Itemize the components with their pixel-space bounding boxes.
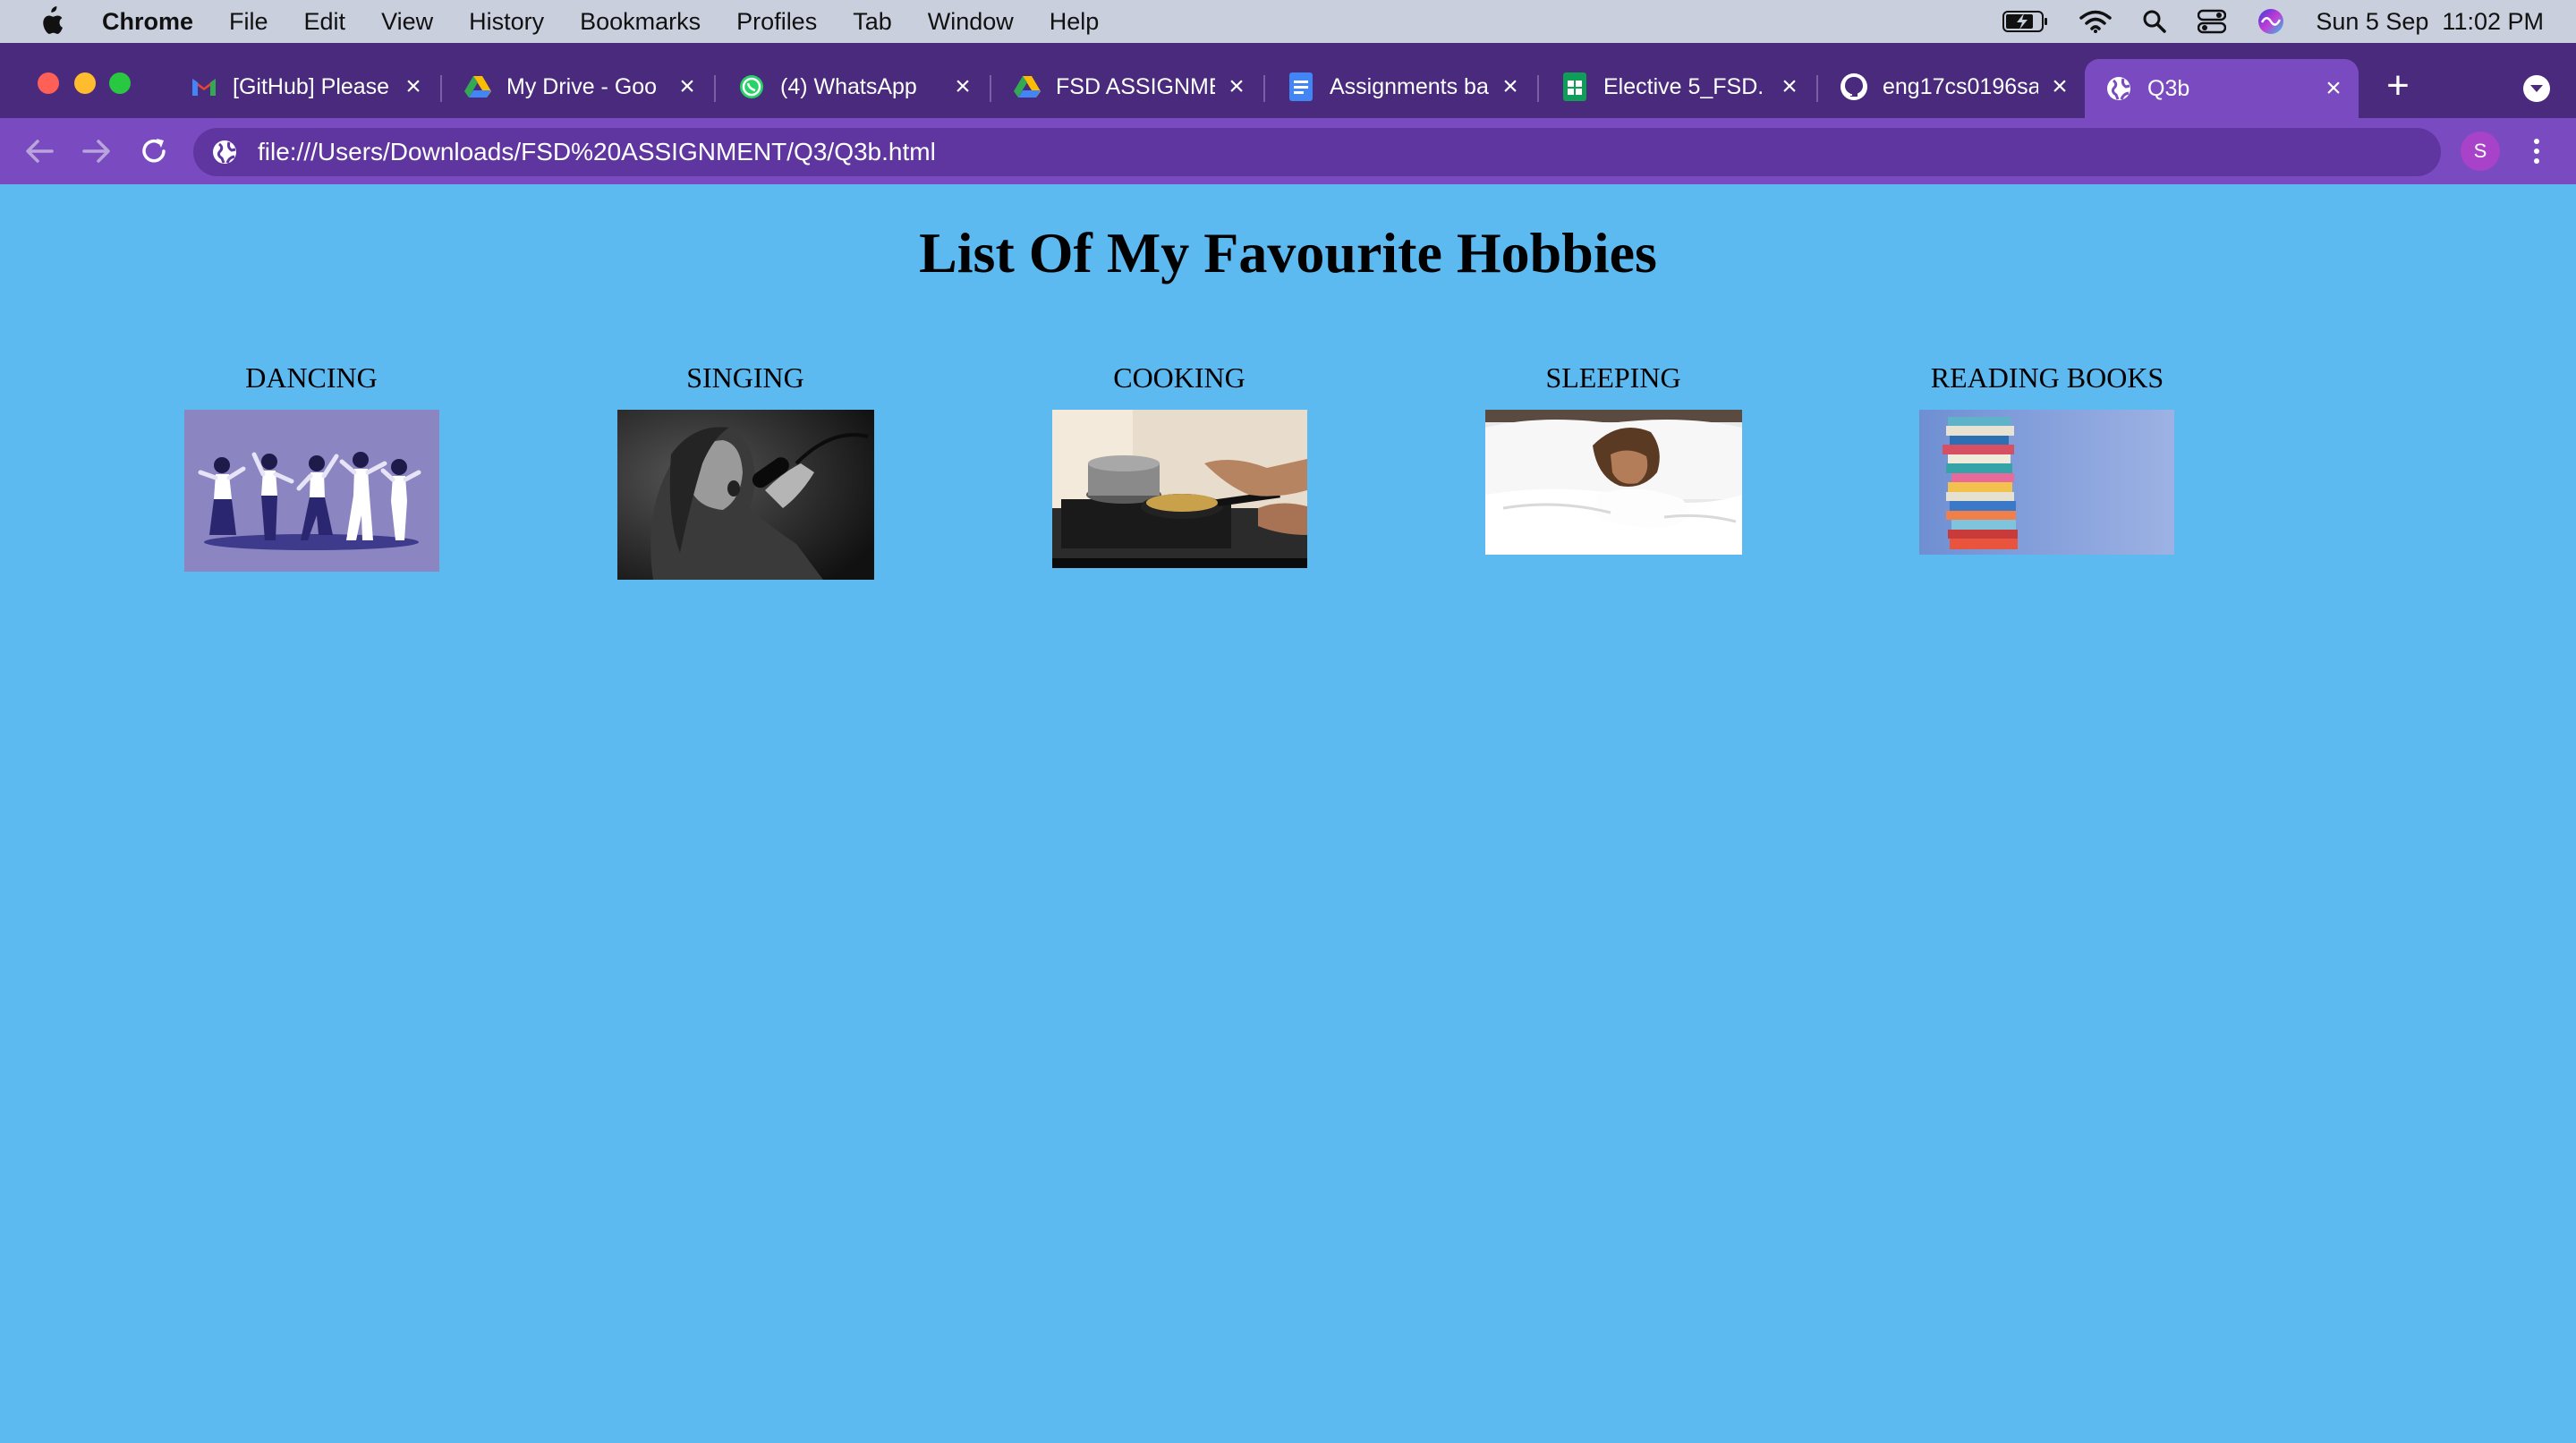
gmail-icon bbox=[190, 72, 218, 101]
cooking-image bbox=[1052, 410, 1307, 568]
tab-separator bbox=[1816, 75, 1818, 102]
tab-title: (4) WhatsApp bbox=[780, 73, 917, 99]
address-bar-url[interactable]: file:///Users/Downloads/FSD%20ASSIGNMENT… bbox=[258, 138, 936, 166]
spotlight-search-icon[interactable] bbox=[2142, 9, 2167, 34]
tab-close-icon[interactable]: × bbox=[1224, 73, 1249, 100]
tab-separator bbox=[714, 75, 716, 102]
browser-tab-strip: [GitHub] Please × My Drive - Goo × (4) W… bbox=[0, 43, 2576, 118]
hobby-sleeping: SLEEPING bbox=[1434, 361, 1792, 555]
page-content: List Of My Favourite Hobbies DANCING SIN… bbox=[0, 184, 2576, 1443]
tab-title: Assignments ba bbox=[1330, 73, 1489, 99]
tab-title: My Drive - Goo bbox=[506, 73, 658, 99]
browser-toolbar: file:///Users/Downloads/FSD%20ASSIGNMENT… bbox=[0, 118, 2576, 184]
wifi-icon[interactable] bbox=[2079, 9, 2113, 34]
reading-books-image bbox=[1919, 410, 2174, 555]
singing-image bbox=[617, 410, 874, 580]
tab-whatsapp[interactable]: (4) WhatsApp × bbox=[718, 59, 988, 115]
menu-history[interactable]: History bbox=[469, 8, 544, 36]
macos-menu-bar: Chrome File Edit View History Bookmarks … bbox=[0, 0, 2576, 43]
tab-search-button[interactable] bbox=[2523, 75, 2550, 102]
more-options-icon[interactable] bbox=[2523, 133, 2550, 169]
google-sheets-icon bbox=[1560, 72, 1589, 101]
menu-edit[interactable]: Edit bbox=[304, 8, 346, 36]
window-minimize-button[interactable] bbox=[74, 72, 96, 94]
menu-window[interactable]: Window bbox=[928, 8, 1014, 36]
menu-help[interactable]: Help bbox=[1050, 8, 1100, 36]
menu-tab[interactable]: Tab bbox=[853, 8, 892, 36]
menu-view[interactable]: View bbox=[381, 8, 433, 36]
tab-my-drive[interactable]: My Drive - Goo × bbox=[444, 59, 712, 115]
tab-q3b-active[interactable]: Q3b × bbox=[2085, 59, 2359, 118]
tab-separator bbox=[440, 75, 442, 102]
address-bar[interactable]: file:///Users/Downloads/FSD%20ASSIGNMENT… bbox=[193, 128, 2441, 176]
tab-close-icon[interactable]: × bbox=[401, 73, 426, 100]
menu-file[interactable]: File bbox=[229, 8, 268, 36]
tab-title: Q3b bbox=[2147, 75, 2190, 101]
tab-separator bbox=[1263, 75, 1265, 102]
site-info-globe-icon[interactable] bbox=[211, 139, 238, 166]
tab-title: FSD ASSIGNME bbox=[1056, 73, 1215, 99]
tab-github-profile[interactable]: eng17cs0196sa × bbox=[1820, 59, 2085, 115]
forward-button[interactable] bbox=[79, 133, 115, 169]
hobby-label: SINGING bbox=[686, 361, 804, 394]
tab-close-icon[interactable]: × bbox=[1777, 73, 1802, 100]
google-drive-icon bbox=[463, 72, 492, 101]
reload-button[interactable] bbox=[136, 133, 172, 169]
arrow-left-icon bbox=[26, 140, 54, 163]
profile-avatar[interactable]: S bbox=[2461, 132, 2500, 171]
clock-datetime[interactable]: Sun 5 Sep 11:02 PM bbox=[2316, 8, 2544, 36]
new-tab-button[interactable]: + bbox=[2378, 66, 2418, 107]
tab-close-icon[interactable]: × bbox=[2047, 73, 2072, 100]
app-name-menu[interactable]: Chrome bbox=[102, 8, 193, 36]
menu-profiles[interactable]: Profiles bbox=[736, 8, 817, 36]
tab-close-icon[interactable]: × bbox=[2321, 75, 2346, 102]
hobby-label: DANCING bbox=[245, 361, 378, 394]
whatsapp-icon bbox=[737, 72, 766, 101]
back-button[interactable] bbox=[21, 133, 57, 169]
google-docs-icon bbox=[1287, 72, 1315, 101]
hobby-dancing: DANCING bbox=[132, 361, 490, 572]
tab-fsd-assignment[interactable]: FSD ASSIGNME × bbox=[993, 59, 1262, 115]
battery-icon[interactable] bbox=[2002, 10, 2049, 33]
window-close-button[interactable] bbox=[38, 72, 59, 94]
hobby-singing: SINGING bbox=[566, 361, 924, 580]
control-center-icon[interactable] bbox=[2198, 9, 2227, 34]
google-drive-icon bbox=[1013, 72, 1041, 101]
tab-assignments[interactable]: Assignments ba × bbox=[1267, 59, 1535, 115]
tab-github[interactable]: [GitHub] Please × bbox=[170, 59, 438, 115]
tab-elective[interactable]: Elective 5_FSD. × bbox=[1541, 59, 1815, 115]
hobby-reading-books: READING BOOKS bbox=[1868, 361, 2226, 555]
tab-close-icon[interactable]: × bbox=[675, 73, 700, 100]
apple-icon[interactable] bbox=[36, 5, 64, 38]
page-title: List Of My Favourite Hobbies bbox=[919, 221, 1657, 284]
chevron-down-icon bbox=[2530, 85, 2543, 92]
hobby-label: COOKING bbox=[1113, 361, 1245, 394]
menu-bookmarks[interactable]: Bookmarks bbox=[580, 8, 701, 36]
tab-separator bbox=[990, 75, 991, 102]
reload-icon bbox=[142, 139, 166, 163]
arrow-right-icon bbox=[82, 140, 110, 163]
tab-close-icon[interactable]: × bbox=[1498, 73, 1523, 100]
tab-title: eng17cs0196sa bbox=[1883, 73, 2038, 99]
tab-separator bbox=[1537, 75, 1539, 102]
hobby-label: SLEEPING bbox=[1545, 361, 1681, 394]
tab-close-icon[interactable]: × bbox=[950, 73, 975, 100]
globe-icon bbox=[2104, 74, 2133, 103]
tab-title: Elective 5_FSD. bbox=[1603, 73, 1764, 99]
github-icon bbox=[1840, 72, 1868, 101]
dancing-image bbox=[184, 410, 439, 572]
hobby-label: READING BOOKS bbox=[1930, 361, 2164, 394]
hobby-cooking: COOKING bbox=[1000, 361, 1358, 568]
sleeping-image bbox=[1485, 410, 1742, 555]
siri-icon[interactable] bbox=[2257, 7, 2285, 36]
window-zoom-button[interactable] bbox=[109, 72, 131, 94]
tab-title: [GitHub] Please bbox=[233, 73, 390, 99]
